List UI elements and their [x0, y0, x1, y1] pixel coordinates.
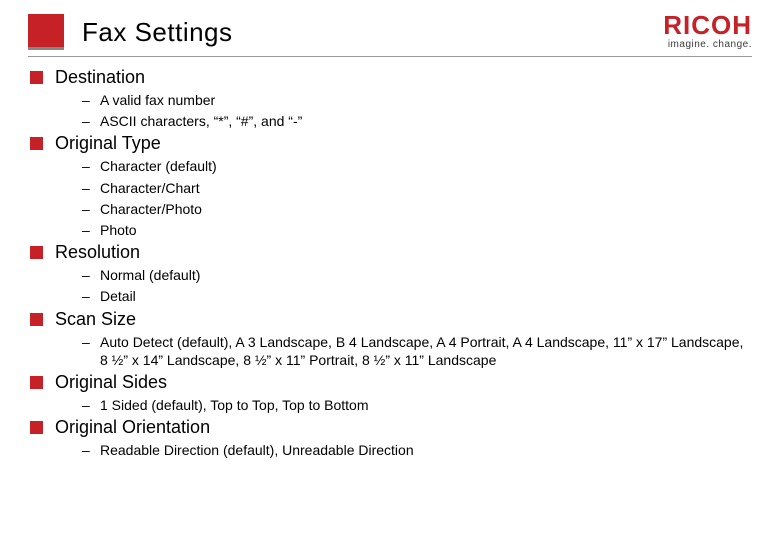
- list-item: – Photo: [82, 221, 752, 239]
- section-heading: Original Sides: [30, 372, 752, 393]
- item-text: Character/Chart: [100, 179, 752, 197]
- square-bullet-icon: [30, 313, 43, 326]
- section-heading: Resolution: [30, 242, 752, 263]
- section-title: Original Orientation: [55, 417, 210, 438]
- item-text: Photo: [100, 221, 752, 239]
- section-heading: Original Orientation: [30, 417, 752, 438]
- dash-icon: –: [82, 287, 100, 305]
- section-items: – Readable Direction (default), Unreadab…: [30, 441, 752, 459]
- dash-icon: –: [82, 157, 100, 175]
- list-item: – Character/Photo: [82, 200, 752, 218]
- section-title: Original Sides: [55, 372, 167, 393]
- section-heading: Original Type: [30, 133, 752, 154]
- sections: Destination – A valid fax number – ASCII…: [28, 67, 752, 459]
- item-text: A valid fax number: [100, 91, 752, 109]
- dash-icon: –: [82, 221, 100, 239]
- item-text: 1 Sided (default), Top to Top, Top to Bo…: [100, 396, 752, 414]
- square-bullet-icon: [30, 246, 43, 259]
- list-item: – A valid fax number: [82, 91, 752, 109]
- section-items: – Normal (default) – Detail: [30, 266, 752, 305]
- square-bullet-icon: [30, 376, 43, 389]
- header-divider: [28, 56, 752, 57]
- dash-icon: –: [82, 179, 100, 197]
- list-item: – Readable Direction (default), Unreadab…: [82, 441, 752, 459]
- item-text: Readable Direction (default), Unreadable…: [100, 441, 752, 459]
- title-bullet-icon: [28, 14, 64, 50]
- section-title: Original Type: [55, 133, 161, 154]
- section-title: Resolution: [55, 242, 140, 263]
- dash-icon: –: [82, 266, 100, 284]
- item-text: Normal (default): [100, 266, 752, 284]
- square-bullet-icon: [30, 421, 43, 434]
- brand-logo: RICOH imagine. change.: [663, 12, 752, 50]
- list-item: – ASCII characters, “*”, “#”, and “-”: [82, 112, 752, 130]
- list-item: – Character (default): [82, 157, 752, 175]
- item-text: ASCII characters, “*”, “#”, and “-”: [100, 112, 752, 130]
- page-title: Fax Settings: [82, 17, 233, 48]
- item-text: Character (default): [100, 157, 752, 175]
- square-bullet-icon: [30, 71, 43, 84]
- header: Fax Settings RICOH imagine. change.: [28, 14, 752, 50]
- list-item: – 1 Sided (default), Top to Top, Top to …: [82, 396, 752, 414]
- dash-icon: –: [82, 112, 100, 130]
- section-original-orientation: Original Orientation – Readable Directio…: [30, 417, 752, 459]
- list-item: – Detail: [82, 287, 752, 305]
- dash-icon: –: [82, 333, 100, 351]
- item-text: Auto Detect (default), A 3 Landscape, B …: [100, 333, 752, 369]
- section-destination: Destination – A valid fax number – ASCII…: [30, 67, 752, 130]
- square-bullet-icon: [30, 137, 43, 150]
- dash-icon: –: [82, 441, 100, 459]
- section-items: – A valid fax number – ASCII characters,…: [30, 91, 752, 130]
- section-resolution: Resolution – Normal (default) – Detail: [30, 242, 752, 305]
- section-heading: Destination: [30, 67, 752, 88]
- item-text: Detail: [100, 287, 752, 305]
- brand-word: RICOH: [663, 12, 752, 38]
- dash-icon: –: [82, 396, 100, 414]
- list-item: – Normal (default): [82, 266, 752, 284]
- list-item: – Auto Detect (default), A 3 Landscape, …: [82, 333, 752, 369]
- list-item: – Character/Chart: [82, 179, 752, 197]
- section-title: Scan Size: [55, 309, 136, 330]
- section-items: – 1 Sided (default), Top to Top, Top to …: [30, 396, 752, 414]
- slide: Fax Settings RICOH imagine. change. Dest…: [0, 0, 780, 540]
- brand-tagline: imagine. change.: [663, 40, 752, 50]
- section-heading: Scan Size: [30, 309, 752, 330]
- section-items: – Auto Detect (default), A 3 Landscape, …: [30, 333, 752, 369]
- section-scan-size: Scan Size – Auto Detect (default), A 3 L…: [30, 309, 752, 369]
- section-items: – Character (default) – Character/Chart …: [30, 157, 752, 239]
- item-text: Character/Photo: [100, 200, 752, 218]
- dash-icon: –: [82, 91, 100, 109]
- section-original-sides: Original Sides – 1 Sided (default), Top …: [30, 372, 752, 414]
- section-title: Destination: [55, 67, 145, 88]
- section-original-type: Original Type – Character (default) – Ch…: [30, 133, 752, 239]
- title-block: Fax Settings: [28, 14, 663, 50]
- dash-icon: –: [82, 200, 100, 218]
